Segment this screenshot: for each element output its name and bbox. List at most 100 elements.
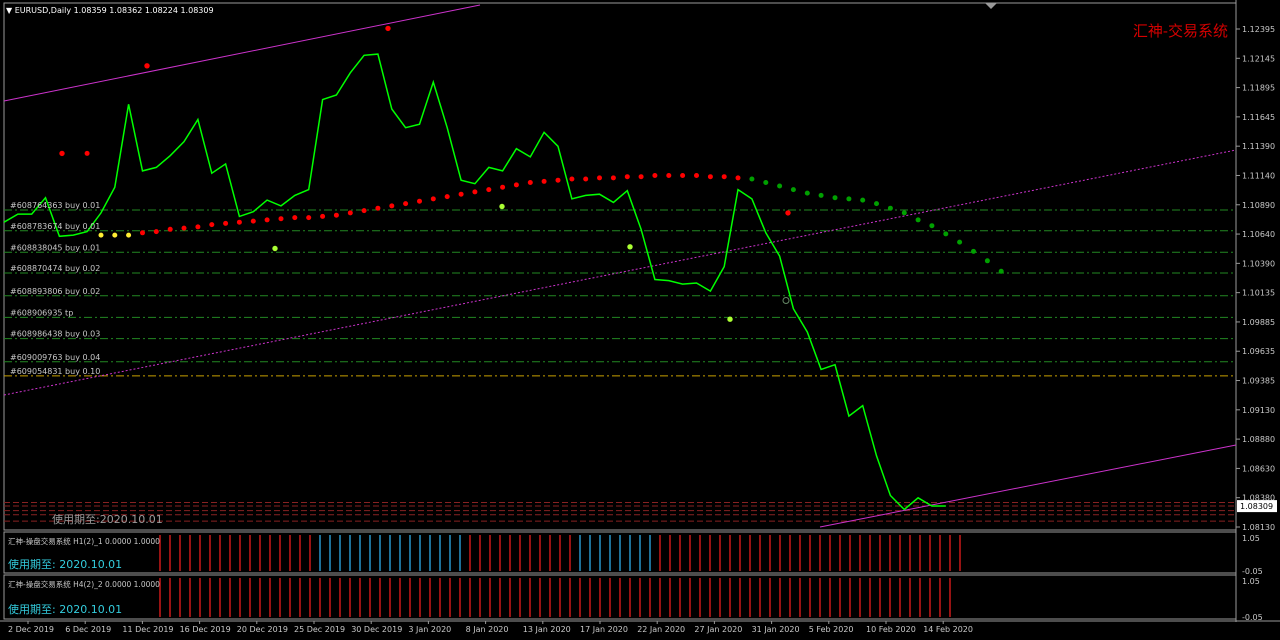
sar-dot xyxy=(403,201,409,207)
price-tick-label: 1.10640 xyxy=(1242,230,1275,239)
sar-dot xyxy=(971,248,976,254)
price-tick-label: 1.08630 xyxy=(1242,464,1275,473)
sar-dot xyxy=(915,217,921,223)
order-label: #609009763 buy 0.04 xyxy=(10,353,100,362)
sar-dot xyxy=(624,174,630,180)
signal-dot xyxy=(499,203,505,210)
sar-dot xyxy=(84,150,90,156)
sar-dot xyxy=(707,174,713,180)
sar-dot xyxy=(860,197,866,203)
sar-dot xyxy=(694,173,699,178)
order-label: #608783674 buy 0.01 xyxy=(10,222,100,231)
indicator-scale-bottom: -0.05 xyxy=(1242,567,1263,576)
sar-dot xyxy=(818,192,824,198)
price-tick-label: 1.10135 xyxy=(1242,289,1275,298)
symbol-quote: EURUSD,Daily 1.08359 1.08362 1.08224 1.0… xyxy=(14,6,214,15)
time-axis-label: 14 Feb 2020 xyxy=(923,625,973,634)
order-label: #608764363 buy 0.01 xyxy=(10,201,100,210)
sar-dot xyxy=(846,196,852,202)
sar-dot xyxy=(610,175,616,181)
price-tick-label: 1.09885 xyxy=(1242,318,1275,327)
sar-dot xyxy=(306,215,312,221)
sar-dot xyxy=(998,268,1004,274)
sar-dot xyxy=(597,175,602,181)
time-axis-label: 2 Dec 2019 xyxy=(8,625,54,634)
sar-dot xyxy=(763,180,769,185)
sar-dot xyxy=(236,219,242,225)
sar-dot xyxy=(984,258,990,264)
sar-dot xyxy=(901,210,907,216)
time-axis-label: 13 Jan 2020 xyxy=(523,625,571,634)
sar-dot xyxy=(361,208,367,214)
order-label: #608986438 buy 0.03 xyxy=(10,330,100,339)
sar-dot xyxy=(347,210,353,216)
time-axis-label: 16 Dec 2019 xyxy=(180,625,231,634)
sar-dot xyxy=(874,201,879,207)
sar-dot xyxy=(444,194,450,200)
time-axis-label: 6 Dec 2019 xyxy=(65,625,111,634)
sar-dot xyxy=(264,217,270,223)
symbol-info: ▼ EURUSD,Daily 1.08359 1.08362 1.08224 1… xyxy=(6,6,214,15)
sar-dot xyxy=(181,225,187,231)
overlay-license: 使用期至:2020.10.01 xyxy=(52,513,163,526)
sar-dot xyxy=(195,224,201,230)
signal-dot xyxy=(59,150,65,157)
price-tick-label: 1.12145 xyxy=(1242,54,1275,63)
indicator-2-license: 使用期至: 2020.10.01 xyxy=(8,603,123,616)
price-tick-label: 1.11390 xyxy=(1242,142,1275,151)
order-label: #609054831 buy 0.10 xyxy=(10,367,100,376)
time-axis-label: 17 Jan 2020 xyxy=(580,625,628,634)
time-axis-label: 8 Jan 2020 xyxy=(466,625,509,634)
sar-dot xyxy=(749,176,755,182)
sar-dot xyxy=(666,173,672,178)
indicator-2-title: 汇神-操盘交易系统 H4(2)_2 0.0000 1.0000 xyxy=(8,580,160,589)
time-axis-label: 31 Jan 2020 xyxy=(752,625,800,634)
sar-dot xyxy=(555,177,561,183)
price-tick-label: 1.11895 xyxy=(1242,84,1275,93)
sar-dot xyxy=(126,232,132,238)
sar-dot xyxy=(541,178,547,184)
sar-dot xyxy=(486,187,492,193)
sar-dot xyxy=(500,184,506,190)
system-watermark: 汇神-交易系统 xyxy=(1132,22,1228,40)
time-axis-label: 3 Jan 2020 xyxy=(408,625,451,634)
indicator-1-title: 汇神-操盘交易系统 H1(2)_1 0.0000 1.0000 xyxy=(8,537,160,546)
sar-dot xyxy=(472,189,478,195)
price-tick-label: 1.11645 xyxy=(1242,113,1275,122)
signal-dot xyxy=(144,63,150,69)
sar-dot xyxy=(98,232,104,238)
indicator-scale-top: 1.05 xyxy=(1242,534,1260,543)
sar-dot xyxy=(652,173,658,178)
sar-dot xyxy=(929,223,935,229)
sar-dot xyxy=(417,198,422,204)
sar-dot xyxy=(250,218,256,224)
price-tick-label: 1.11140 xyxy=(1242,171,1275,180)
indicator-scale-top: 1.05 xyxy=(1242,577,1260,586)
time-axis-label: 11 Dec 2019 xyxy=(122,625,173,634)
indicator-1-license: 使用期至: 2020.10.01 xyxy=(8,558,123,571)
sar-dot xyxy=(777,183,783,189)
trading-chart[interactable]: #608764363 buy 0.01 #608783674 buy 0.01 #6… xyxy=(0,0,1280,640)
sar-dot xyxy=(569,176,575,182)
price-tick-label: 1.08880 xyxy=(1242,435,1275,444)
order-label: #608893806 buy 0.02 xyxy=(10,287,100,296)
main-pane-frame xyxy=(3,2,1237,531)
time-axis-label: 10 Feb 2020 xyxy=(866,625,916,634)
time-axis-label: 25 Dec 2019 xyxy=(294,625,345,634)
signal-dot xyxy=(272,245,278,252)
time-axis-label: 27 Jan 2020 xyxy=(694,625,742,634)
order-label: #608838045 buy 0.01 xyxy=(10,243,100,252)
sar-dot xyxy=(223,220,229,226)
signal-dot xyxy=(385,25,391,32)
sar-dot xyxy=(140,230,145,236)
dropdown-triangle-icon[interactable]: ▼ xyxy=(6,6,12,15)
sar-dot xyxy=(790,187,796,193)
signal-dot xyxy=(727,316,733,322)
sar-dot xyxy=(209,222,215,228)
sar-dot xyxy=(153,229,159,235)
order-label: #608870474 buy 0.02 xyxy=(10,264,100,273)
price-tick-label: 1.08130 xyxy=(1242,523,1275,532)
sar-dot xyxy=(943,231,949,237)
sar-dot xyxy=(167,226,173,232)
time-axis-label: 5 Feb 2020 xyxy=(809,625,854,634)
